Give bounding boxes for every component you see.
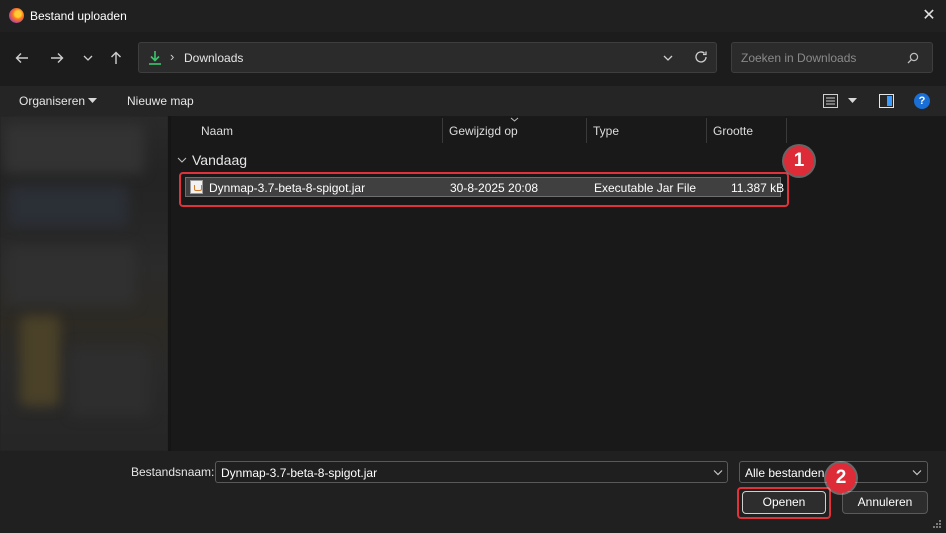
filename-value: Dynmap-3.7-beta-8-spigot.jar xyxy=(221,466,378,480)
resize-grip-icon[interactable] xyxy=(932,519,942,529)
search-icon xyxy=(907,52,919,64)
chevron-down-icon[interactable] xyxy=(663,54,673,62)
firefox-icon xyxy=(9,8,24,23)
column-divider[interactable] xyxy=(586,118,587,143)
window-title: Bestand uploaden xyxy=(30,9,127,23)
search-placeholder: Zoeken in Downloads xyxy=(741,51,857,65)
refresh-icon[interactable] xyxy=(694,50,708,64)
organize-button[interactable]: Organiseren xyxy=(19,94,85,108)
help-icon[interactable]: ? xyxy=(914,93,930,109)
search-input[interactable]: Zoeken in Downloads xyxy=(731,42,933,73)
chevron-down-icon[interactable] xyxy=(713,469,723,476)
address-bar[interactable]: › Downloads xyxy=(138,42,717,73)
arrow-up-icon xyxy=(111,51,121,64)
column-divider[interactable] xyxy=(706,118,707,143)
column-header-name[interactable]: Naam xyxy=(201,124,233,138)
highlight-box-step-2 xyxy=(737,487,831,519)
new-folder-button[interactable]: Nieuwe map xyxy=(127,94,194,108)
preview-pane-icon[interactable] xyxy=(879,94,894,108)
view-options-icon[interactable] xyxy=(823,94,838,108)
filter-value: Alle bestanden xyxy=(745,466,825,480)
close-icon[interactable]: ✕ xyxy=(918,5,940,27)
group-collapse-icon[interactable] xyxy=(177,156,187,164)
arrow-left-icon xyxy=(15,53,28,63)
recent-locations-button[interactable] xyxy=(76,46,100,70)
caret-down-icon[interactable] xyxy=(88,98,97,104)
cancel-button[interactable]: Annuleren xyxy=(842,491,928,514)
filename-label: Bestandsnaam: xyxy=(131,465,215,479)
back-button[interactable] xyxy=(10,46,34,70)
breadcrumb-location[interactable]: Downloads xyxy=(184,51,243,65)
column-divider[interactable] xyxy=(786,118,787,143)
highlight-box-step-1 xyxy=(179,172,789,207)
download-icon xyxy=(149,51,161,65)
forward-button[interactable] xyxy=(45,46,69,70)
title-bar: Bestand uploaden ✕ xyxy=(0,0,946,32)
step-badge-2: 2 xyxy=(826,463,856,493)
breadcrumb-separator: › xyxy=(170,49,175,64)
column-header-size[interactable]: Grootte xyxy=(713,124,753,138)
filename-input[interactable]: Dynmap-3.7-beta-8-spigot.jar xyxy=(215,461,728,483)
up-button[interactable] xyxy=(104,46,128,70)
chevron-down-icon[interactable] xyxy=(912,469,922,476)
column-header-modified[interactable]: Gewijzigd op xyxy=(449,124,518,138)
file-list: Naam Gewijzigd op Type Grootte Vandaag D… xyxy=(171,116,946,451)
group-header-today[interactable]: Vandaag xyxy=(192,152,247,168)
sort-indicator-icon xyxy=(510,117,519,122)
chevron-down-icon xyxy=(83,55,93,61)
command-bar: Organiseren Nieuwe map ? xyxy=(0,86,946,116)
column-header-type[interactable]: Type xyxy=(593,124,619,138)
navigation-pane[interactable] xyxy=(0,116,168,451)
caret-down-icon[interactable] xyxy=(848,98,857,104)
step-badge-1: 1 xyxy=(784,146,814,176)
arrow-right-icon xyxy=(51,53,64,63)
column-divider[interactable] xyxy=(442,118,443,143)
